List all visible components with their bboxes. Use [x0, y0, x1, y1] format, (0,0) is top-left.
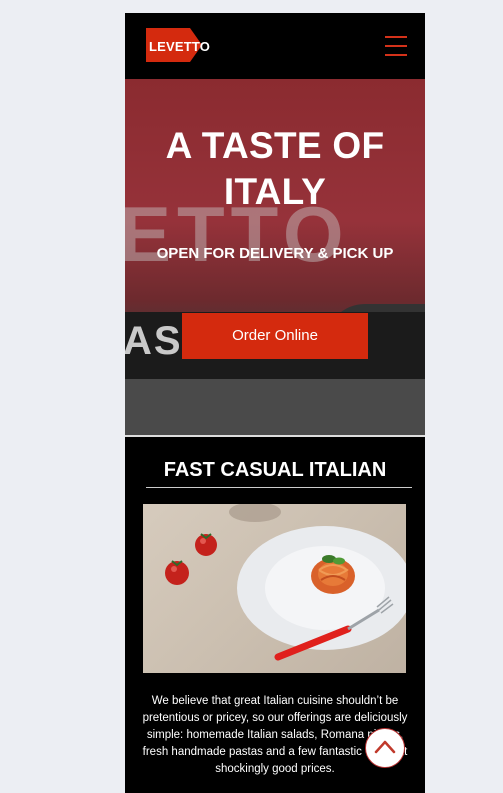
hamburger-menu-icon[interactable]	[383, 34, 409, 58]
hero-subtitle: OPEN FOR DELIVERY & PICK UP	[156, 245, 394, 262]
scroll-to-top-button[interactable]	[365, 728, 405, 768]
site-header: LEVETTO	[125, 13, 425, 79]
spaghetti-photo	[143, 504, 406, 673]
hero-title: A TASTE OF ITALY	[125, 123, 425, 215]
hero-banner: ETTO ASTA BA A TASTE OF ITALY OPEN FOR D…	[125, 79, 425, 435]
section-title-underline	[146, 487, 412, 488]
section-divider	[125, 435, 425, 437]
chevron-up-icon	[374, 740, 396, 754]
hero-title-line1: A TASTE OF	[165, 125, 385, 166]
order-online-button[interactable]: Order Online	[182, 313, 368, 359]
hero-title-line2: ITALY	[223, 171, 327, 212]
logo-text: LEVETTO	[149, 39, 211, 54]
section-title: FAST CASUAL ITALIAN	[163, 459, 387, 481]
hero-background-wall	[125, 379, 425, 435]
phone-frame: LEVETTO ETTO ASTA BA A TASTE OF ITALY OP…	[125, 13, 425, 793]
